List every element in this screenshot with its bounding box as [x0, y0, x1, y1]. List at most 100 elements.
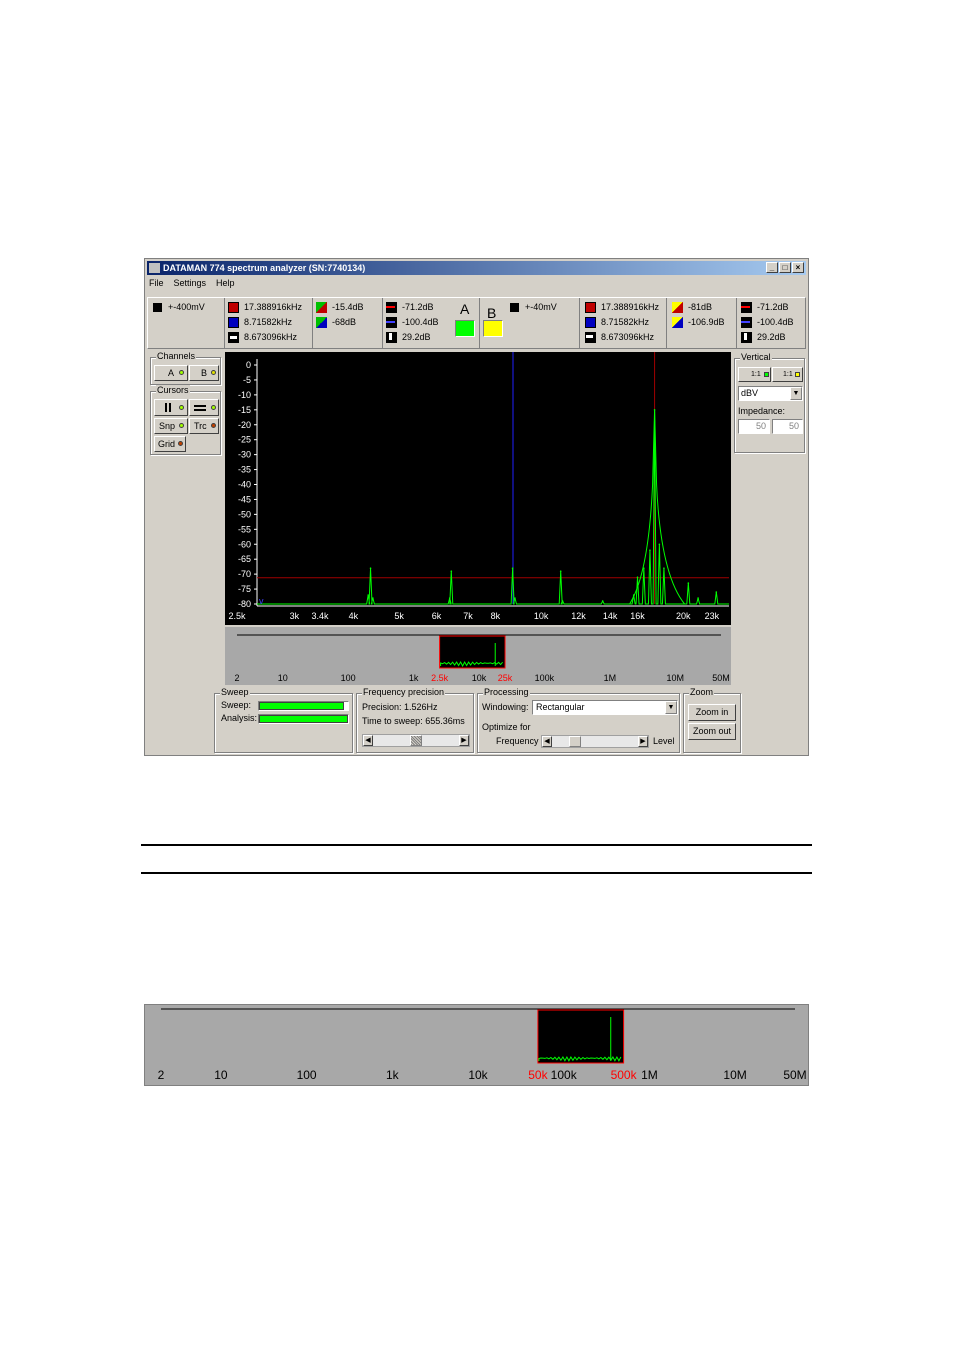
spectrum-peak-point [649, 549, 651, 552]
window-title: DATAMAN 774 spectrum analyzer (SN:774013… [163, 263, 366, 273]
precision-slider-thumb[interactable] [410, 735, 422, 746]
menu-help[interactable]: Help [216, 278, 235, 290]
trc-led [211, 423, 216, 428]
level-b-2: -100.4dB [757, 317, 794, 327]
channel-b-color[interactable] [483, 320, 503, 337]
grid-led [178, 441, 183, 446]
level-red-b-icon [741, 302, 752, 313]
slider-left-icon[interactable]: ◀ [363, 735, 373, 746]
probe-b-led [795, 372, 800, 377]
freq-a-1: 17.388916kHz [244, 302, 303, 312]
overview-tick-label: 100k [551, 1068, 578, 1082]
optimize-slider[interactable]: ◀ ▶ [541, 735, 649, 748]
vertical-cursor-icon [165, 403, 167, 412]
overview-tick-label: 50M [783, 1068, 806, 1082]
horizontal-cursor-button[interactable] [189, 399, 219, 416]
snp-button[interactable]: Snp [154, 418, 188, 434]
zoom-out-button[interactable]: Zoom out [688, 723, 736, 740]
optimize-slider-thumb[interactable] [569, 736, 581, 747]
slider-right-icon[interactable]: ▶ [638, 736, 648, 747]
overview-tick-label: 10M [723, 1068, 746, 1082]
x-tick-label: 12k [571, 611, 586, 621]
overview-marker-label: 2.5k [431, 673, 449, 683]
vertical-cursor-button[interactable] [154, 399, 188, 416]
spectrum-display[interactable]: 0 -5 -10 -15 -20 -25 -30 -35 -40 -45 -50 -55 -60 -65 -… [225, 352, 731, 625]
ratio-a-2: -68dB [332, 317, 357, 327]
spectrum-peak-point [636, 576, 639, 578]
overview-tick-label: 2 [234, 673, 239, 683]
freq-a-2: 8.71582kHz [244, 317, 293, 327]
y-tick-label: -75 [238, 584, 251, 594]
slider-right-icon[interactable]: ▶ [459, 735, 469, 746]
channel-a-button[interactable]: A [154, 365, 188, 381]
impedance-a-field[interactable]: 50 [738, 419, 770, 434]
channel-a-label: A [460, 301, 470, 317]
channel-a-led [179, 370, 184, 375]
unit-select[interactable]: dBV ▼ [738, 386, 803, 401]
menu-settings[interactable]: Settings [174, 278, 207, 290]
grid-button[interactable]: Grid [154, 436, 186, 452]
y-tick-label: -10 [238, 390, 251, 400]
freq-b-1: 17.388916kHz [601, 302, 660, 312]
horizontal-cursor-icon [194, 405, 206, 407]
y-tick-label: -70 [238, 569, 251, 579]
minimize-button[interactable]: _ [766, 262, 778, 273]
overview-tick-label: 1M [604, 673, 617, 683]
channel-b-led [211, 370, 216, 375]
range-a: +-400mV [168, 302, 205, 312]
overview-marker-label: 25k [498, 673, 513, 683]
snp-led [179, 423, 184, 428]
overview-tick-label: 2 [158, 1068, 165, 1082]
sweep-label: Sweep: [221, 700, 252, 710]
overview-tick-label: 10k [472, 673, 487, 683]
overview-strip-figure: 2 10 100 1k 10k 100k 1M 10M 50M 50k 500k [144, 1004, 809, 1086]
channel-b-button[interactable]: B [189, 365, 219, 381]
y-tick-label: 0 [246, 360, 251, 370]
processing-title: Processing [483, 687, 530, 697]
x-tick-label: 3k [290, 611, 300, 621]
windowing-select[interactable]: Rectangular ▼ [532, 700, 678, 715]
y-tick-label: -20 [238, 420, 251, 430]
close-button[interactable]: × [792, 262, 804, 273]
chevron-down-icon[interactable]: ▼ [665, 701, 677, 714]
impedance-b-field[interactable]: 50 [772, 419, 803, 434]
x-tick-label: 14k [603, 611, 618, 621]
range-b: +-40mV [525, 302, 557, 312]
spectrum-peak-point [561, 600, 564, 602]
range-overview[interactable]: 2 10 100 1k 10k 100k 1M 10M 50M 2.5k 25k [225, 627, 731, 685]
level-blue-b-icon [741, 317, 752, 328]
channels-group: Channels A B [150, 351, 221, 385]
channel-a-button-label: A [167, 368, 174, 378]
divider-bottom [141, 872, 812, 874]
optimize-label: Optimize for [482, 722, 531, 732]
level-a-3: 29.2dB [402, 332, 431, 342]
y-tick-label: -65 [238, 554, 251, 564]
overview-tick-label: 100k [535, 673, 555, 683]
spectrum-peak-point [601, 600, 604, 602]
spectrum-peak-point [372, 597, 374, 599]
trc-button[interactable]: Trc [189, 418, 219, 434]
slider-left-icon[interactable]: ◀ [542, 736, 552, 747]
cursors-title: Cursors [156, 385, 190, 395]
zoom-in-button[interactable]: Zoom in [688, 704, 736, 721]
chevron-down-icon[interactable]: ▼ [790, 387, 802, 400]
spectrum-peak-point [715, 591, 718, 593]
probe-a-button[interactable]: 1:1 [738, 367, 771, 382]
overview-tick-label: 10M [667, 673, 685, 683]
maximize-button[interactable]: □ [779, 262, 791, 273]
cursors-group: Cursors Snp Trc Grid [150, 385, 221, 455]
y-tick-label: -15 [238, 405, 251, 415]
sweep-progress-bar [259, 702, 345, 710]
menu-file[interactable]: File [149, 278, 164, 290]
precision-slider[interactable]: ◀ ▶ [362, 734, 470, 747]
probe-b-button[interactable]: 1:1 [772, 367, 803, 382]
ratio-blue-b-icon [672, 317, 683, 328]
zoom-group: Zoom Zoom in Zoom out [683, 687, 741, 753]
spectrum-peak-point [697, 597, 699, 599]
spectrum-peak-point [687, 582, 690, 584]
x-tick-label: 2.5k [228, 611, 246, 621]
x-tick-label: 20k [676, 611, 691, 621]
overview-tick-label: 1M [641, 1068, 658, 1082]
ratio-red-icon [316, 302, 327, 313]
channel-a-color[interactable] [455, 320, 475, 337]
